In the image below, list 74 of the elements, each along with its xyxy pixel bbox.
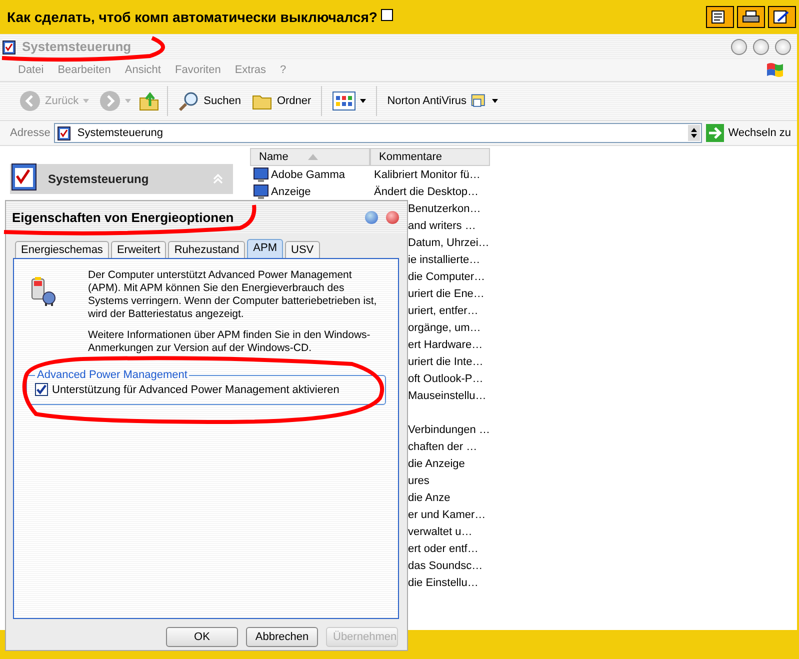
item-comment: er und Kamer… — [408, 508, 486, 520]
item-name[interactable]: Anzeige — [271, 186, 311, 198]
dropdown-arrow-icon[interactable] — [688, 125, 700, 141]
control-panel-icon — [2, 38, 18, 54]
arrow-right-icon — [706, 124, 724, 142]
dialog-button[interactable]: Abbrechen — [246, 627, 318, 647]
item-comment: uriert, entfer… — [408, 304, 478, 316]
item-comment: ert Hardware… — [408, 338, 483, 350]
address-field[interactable]: Systemsteuerung — [54, 123, 702, 143]
caret-icon — [360, 99, 366, 103]
checkbox[interactable] — [381, 9, 394, 21]
item-comment: uriert die Inte… — [408, 356, 484, 368]
maximize-button[interactable] — [753, 38, 769, 54]
close-button[interactable] — [386, 210, 399, 224]
tab[interactable]: Ruhezustand — [168, 241, 246, 258]
column-header[interactable]: Kommentare — [370, 148, 490, 166]
topic-title: Как сделать, чтоб комп автоматически выключался? — [7, 9, 378, 25]
description-text: Der Computer unterstützt Advanced Power Management (APM). Mit APM können Sie den Energieverbrauch des Systems verringern. Wenn der Computer batteriebetrieben ist, wird der Batteriestatus angezeigt. — [88, 269, 378, 321]
close-button[interactable] — [775, 38, 791, 54]
item-comment: and writers … — [408, 220, 476, 232]
item-name[interactable]: Adobe Gamma — [271, 168, 345, 180]
item-comment: Benutzerkon… — [408, 202, 481, 214]
group-title: Advanced Power Management — [36, 369, 188, 381]
tab[interactable]: APM — [247, 239, 284, 258]
item-comment: die Computer… — [408, 270, 486, 282]
column-header[interactable]: Name — [250, 148, 370, 166]
tab[interactable]: Erweitert — [110, 241, 166, 258]
sort-arrow-icon — [308, 154, 318, 160]
edit-icon[interactable] — [768, 6, 796, 28]
document-icon[interactable] — [706, 6, 734, 28]
item-comment: die Anze — [408, 492, 450, 504]
window-title: Systemsteuerung — [22, 39, 132, 54]
go-button[interactable]: Wechseln zu — [706, 124, 797, 142]
item-comment: die Einstellu… — [408, 576, 478, 588]
item-icon — [253, 184, 269, 200]
caret-icon — [492, 99, 498, 103]
description-text: Weitere Informationen über APM finden Sie in den Windows-Anmerkungen zur Version auf der Windows-CD. — [88, 329, 372, 355]
dialog-title: Eigenschaften von Energieoptionen — [12, 210, 234, 224]
item-comment: ert oder entf… — [408, 542, 478, 554]
item-comment: Mauseinstellu… — [408, 390, 486, 402]
address-label: Adresse — [10, 127, 50, 139]
checkbox[interactable] — [35, 383, 48, 396]
caret-icon — [124, 99, 131, 103]
item-comment: orgänge, um… — [408, 322, 481, 334]
help-button[interactable] — [365, 210, 378, 224]
tab[interactable]: Energieschemas — [15, 241, 109, 258]
windows-logo-icon — [765, 61, 785, 79]
item-comment: Verbindungen … — [408, 424, 490, 436]
minimize-button[interactable] — [731, 38, 747, 54]
print-icon[interactable] — [737, 6, 765, 28]
grid-icon — [332, 91, 356, 111]
item-comment: verwaltet u… — [408, 526, 472, 538]
folders-button[interactable]: Ordner — [248, 88, 314, 114]
folder-up-icon[interactable] — [138, 90, 160, 112]
tab[interactable]: USV — [285, 241, 320, 258]
search-icon — [178, 90, 200, 112]
item-comment: chaften der … — [408, 440, 478, 452]
item-comment: Ändert die Desktop… — [373, 186, 479, 198]
caret-icon — [82, 99, 89, 103]
item-icon — [253, 166, 269, 182]
search-button[interactable]: Suchen — [174, 88, 244, 114]
norton-antivirus-button[interactable]: Norton AntiVirus — [384, 90, 502, 112]
item-comment: oft Outlook-P… — [408, 372, 484, 384]
item-comment: Datum, Uhrzei… — [408, 236, 490, 248]
item-comment: uriert die Ene… — [408, 288, 484, 300]
item-comment: ie installierte… — [408, 254, 480, 266]
checkbox-label[interactable]: Unterstützung für Advanced Power Management aktivieren — [52, 384, 340, 396]
control-panel-icon — [57, 125, 74, 141]
item-comment: Kalibriert Monitor fü… — [373, 168, 480, 180]
item-comment: das Soundsc… — [408, 560, 483, 572]
item-comment: die Anzeige — [408, 458, 465, 470]
dialog-button[interactable]: OK — [166, 627, 238, 647]
task-pane-header[interactable]: Systemsteuerung — [10, 164, 233, 194]
item-comment: ures — [408, 474, 430, 486]
